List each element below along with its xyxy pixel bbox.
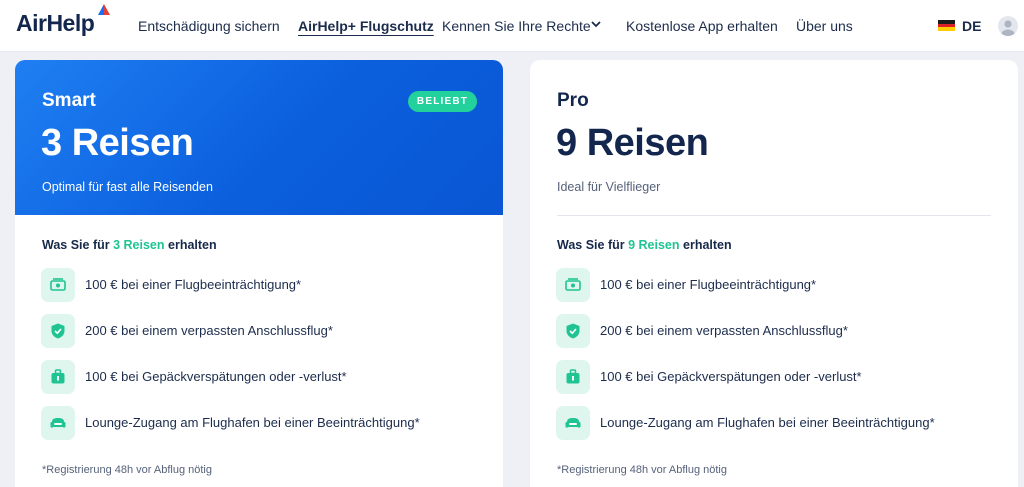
luggage-icon — [41, 360, 75, 394]
benefits-heading-highlight: 3 Reisen — [113, 238, 165, 252]
logo-triangle-icon — [98, 4, 110, 15]
nav-flight-protection[interactable]: AirHelp+ Flugschutz — [298, 18, 434, 34]
nav-about-us[interactable]: Über uns — [796, 18, 853, 34]
divider — [557, 215, 991, 216]
german-flag-icon[interactable] — [938, 20, 955, 31]
lounge-icon — [41, 406, 75, 440]
airhelp-logo[interactable]: AirHelp — [16, 10, 95, 37]
language-selector[interactable]: DE — [962, 18, 981, 34]
benefits-heading: Was Sie für 9 Reisen erhalten — [557, 238, 732, 252]
popular-badge: BELIEBT — [408, 91, 477, 112]
benefits-heading-highlight: 9 Reisen — [628, 238, 680, 252]
feature-item: 200 € bei einem verpassten Anschlussflug… — [556, 314, 996, 348]
top-nav-bar: AirHelp Entschädigung sichern AirHelp+ F… — [0, 0, 1024, 52]
nav-compensation[interactable]: Entschädigung sichern — [138, 18, 280, 34]
plan-name: Smart — [42, 90, 96, 111]
plan-trips: 3 Reisen — [41, 122, 194, 164]
feature-item: Lounge-Zugang am Flughafen bei einer Bee… — [41, 406, 481, 440]
shield-icon — [41, 314, 75, 348]
plan-subtitle: Ideal für Vielflieger — [557, 180, 661, 194]
nav-get-app[interactable]: Kostenlose App erhalten — [626, 18, 778, 34]
luggage-icon — [556, 360, 590, 394]
benefits-heading: Was Sie für 3 Reisen erhalten — [42, 238, 217, 252]
plan-name: Pro — [557, 90, 589, 111]
footnote: *Registrierung 48h vor Abflug nötig — [42, 464, 212, 476]
plan-trips: 9 Reisen — [556, 122, 709, 164]
feature-item: 200 € bei einem verpassten Anschlussflug… — [41, 314, 481, 348]
plan-card-pro[interactable]: Pro 9 Reisen Ideal für Vielflieger Was S… — [530, 60, 1018, 487]
lounge-icon — [556, 406, 590, 440]
feature-item: 100 € bei Gepäckverspätungen oder -verlu… — [556, 360, 996, 394]
footnote: *Registrierung 48h vor Abflug nötig — [557, 464, 727, 476]
feature-item: 100 € bei Gepäckverspätungen oder -verlu… — [41, 360, 481, 394]
user-avatar-icon[interactable] — [998, 16, 1018, 36]
plan-card-smart[interactable]: Smart BELIEBT 3 Reisen Optimal für fast … — [15, 60, 503, 487]
money-icon — [41, 268, 75, 302]
plan-subtitle: Optimal für fast alle Reisenden — [42, 180, 213, 194]
money-icon — [556, 268, 590, 302]
feature-item: Lounge-Zugang am Flughafen bei einer Bee… — [556, 406, 996, 440]
chevron-down-icon[interactable] — [590, 18, 602, 30]
feature-item: 100 € bei einer Flugbeeinträchtigung* — [41, 268, 481, 302]
nav-know-your-rights[interactable]: Kennen Sie Ihre Rechte — [442, 18, 591, 34]
shield-icon — [556, 314, 590, 348]
feature-item: 100 € bei einer Flugbeeinträchtigung* — [556, 268, 996, 302]
